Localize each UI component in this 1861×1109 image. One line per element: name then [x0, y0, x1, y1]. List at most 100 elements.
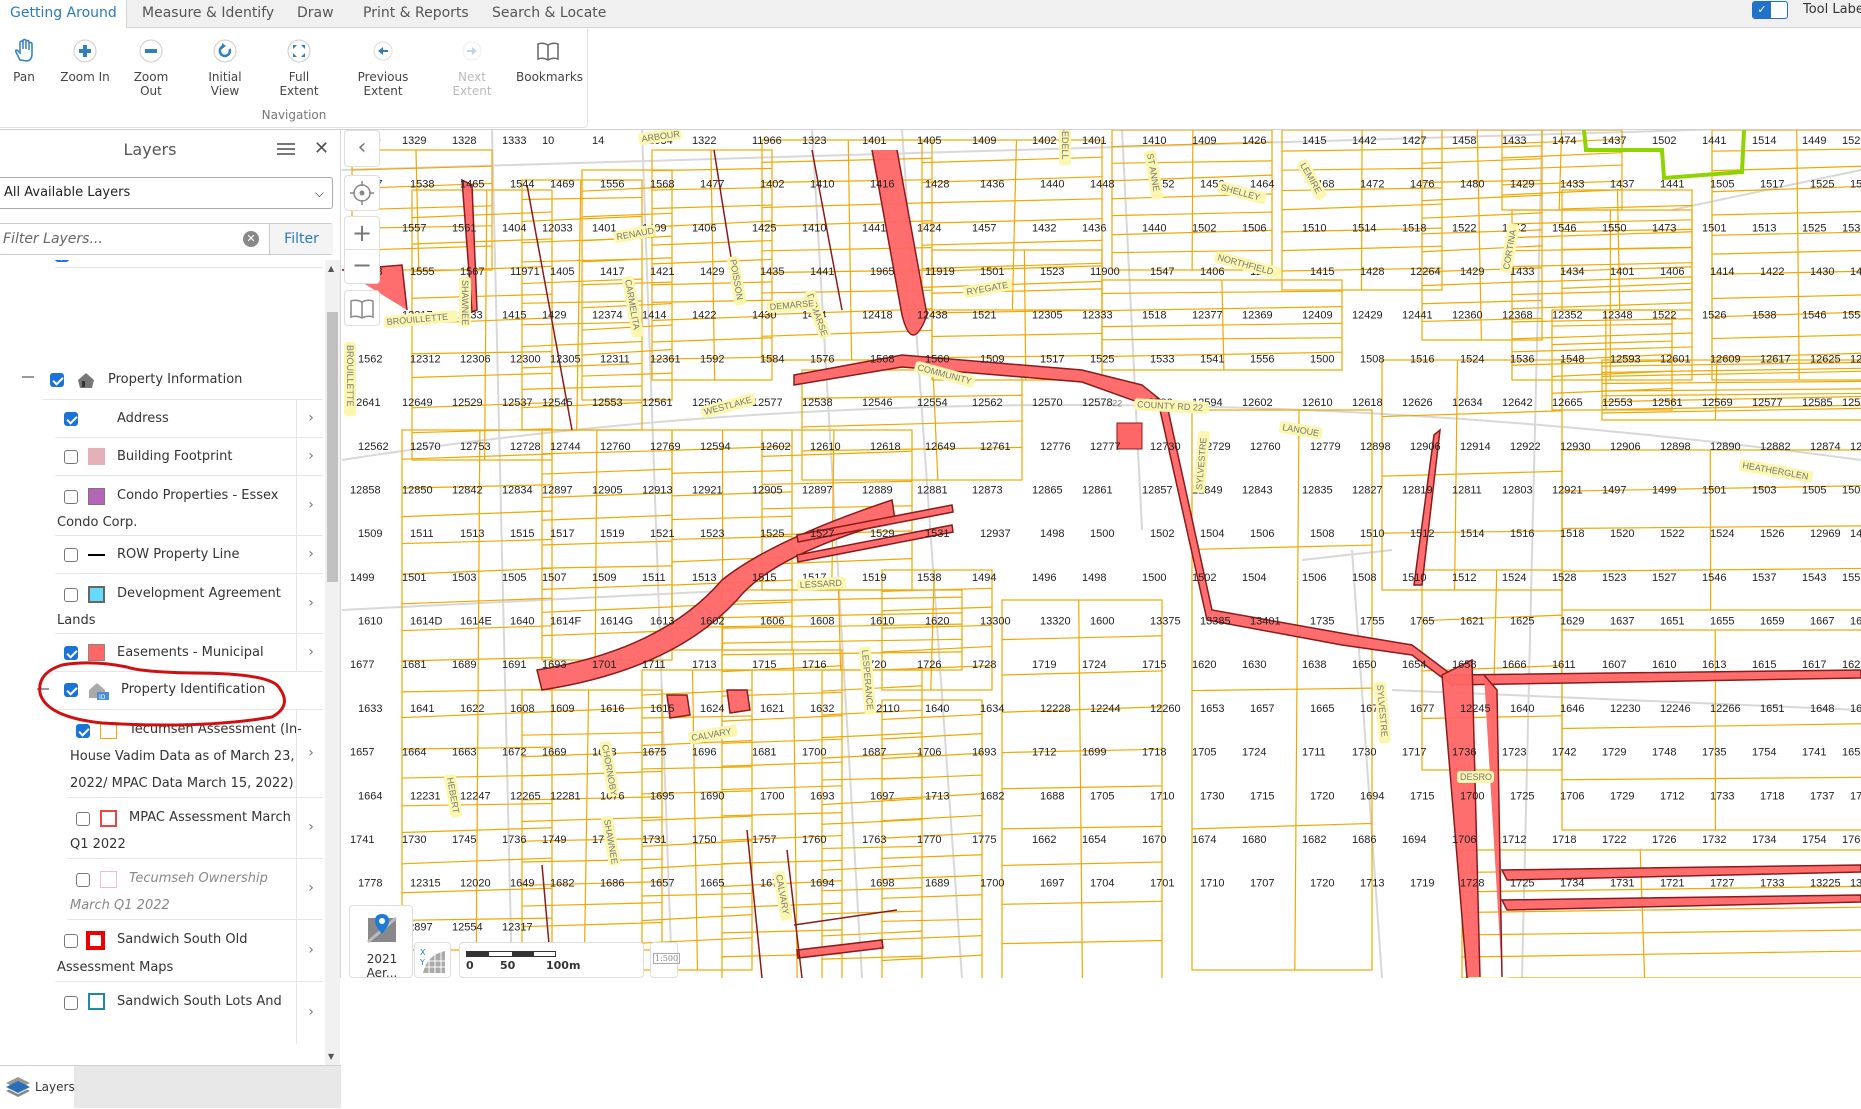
layer-row-sandwich-south-lots[interactable]: Sandwich South Lots And ›	[55, 982, 323, 1044]
bookmarks-button[interactable]: Bookmarks	[516, 38, 580, 84]
layers-tab[interactable]: Layers	[0, 1066, 74, 1109]
layer-details-button[interactable]: ›	[296, 859, 324, 919]
locate-button[interactable]	[344, 175, 380, 211]
layer-set-select[interactable]: All Available Layers⌵	[0, 177, 333, 209]
parcel-number: 12779	[1310, 441, 1341, 453]
zoom-out-button[interactable]: Zoom Out	[122, 38, 180, 98]
close-icon[interactable]: ✕	[314, 138, 329, 159]
parcel-number: 1742	[1552, 747, 1576, 759]
layer-row-tecumseh-assessment[interactable]: Tecumseh Assessment (In- House Vadim Dat…	[67, 710, 323, 798]
layer-checkbox[interactable]	[64, 490, 78, 504]
scroll-down-icon[interactable]: ▼	[328, 1052, 334, 1061]
layer-row-condo-properties[interactable]: Condo Properties - Essex Condo Corp. ›	[55, 476, 323, 536]
parcel-number: 12843	[1242, 484, 1273, 496]
filter-button[interactable]: Filter	[269, 224, 333, 254]
layer-details-button[interactable]: ›	[296, 798, 324, 858]
map-canvas[interactable]: 1205013291328133310141203413221196613231…	[342, 130, 1861, 978]
parcel-line	[882, 714, 982, 719]
zoom-in-button[interactable]: Zoom In	[60, 38, 110, 84]
parcel-number: 1533	[1150, 353, 1174, 365]
layer-row-easements-municipal[interactable]: Easements - Municipal ›	[55, 634, 323, 672]
layer-details-button[interactable]: ›	[296, 982, 324, 1044]
tab-getting-around[interactable]: Getting Around	[0, 0, 127, 29]
fill-swatch-icon	[88, 488, 105, 505]
parcel-number: 1524	[1502, 572, 1526, 584]
parcel-line	[1552, 341, 1672, 345]
layer-details-button[interactable]: ›	[296, 400, 324, 437]
tab-draw[interactable]: Draw	[287, 0, 344, 28]
parcel-number: 1513	[692, 572, 716, 584]
layer-checkbox[interactable]	[64, 646, 78, 660]
layer-checkbox[interactable]	[76, 724, 90, 738]
layer-group-property-identification[interactable]: ID Property Identification	[55, 672, 323, 710]
layer-checkbox[interactable]	[64, 588, 78, 602]
layer-row-tecumseh-ownership[interactable]: Tecumseh Ownership March Q1 2022 ›	[67, 859, 323, 920]
layer-details-button[interactable]: ›	[296, 476, 324, 535]
layer-row-sandwich-south-old[interactable]: Sandwich South Old Assessment Maps ›	[55, 920, 323, 982]
layer-checkbox[interactable]	[64, 996, 78, 1010]
next-extent-button[interactable]: Next Extent	[438, 38, 506, 98]
parcel-number: 12914	[1460, 441, 1491, 453]
basemap-toggle[interactable]: 2021 Aer...	[349, 905, 413, 978]
initial-view-button[interactable]: Initial View	[194, 38, 256, 98]
layer-details-button[interactable]: ›	[296, 438, 324, 475]
collapse-icon[interactable]	[37, 688, 49, 690]
parcel-number: 12300	[510, 353, 541, 365]
tool-labels-toggle[interactable]: ✓	[1752, 1, 1788, 19]
scroll-up-icon[interactable]: ▲	[328, 264, 334, 273]
layer-group-property-information[interactable]: Property Information	[42, 360, 323, 400]
parcel-number: 1610	[358, 616, 382, 628]
parcel-number: 1712	[1032, 747, 1056, 759]
layer-checkbox[interactable]	[64, 450, 78, 464]
previous-extent-button[interactable]: Previous Extent	[340, 38, 426, 98]
layer-checkbox[interactable]	[64, 412, 78, 426]
layer-row-address[interactable]: Address ›	[55, 400, 323, 438]
layer-row-row-property-line[interactable]: ROW Property Line ›	[55, 536, 323, 574]
layer-checkbox[interactable]	[64, 683, 78, 697]
layer-details-button[interactable]: ›	[296, 710, 324, 797]
coordinate-tool-button[interactable]: XY	[414, 942, 451, 978]
collapse-icon[interactable]	[22, 376, 34, 378]
layer-checkbox[interactable]	[50, 373, 64, 387]
collapse-panel-button[interactable]: ‹	[344, 130, 380, 167]
layer-checkbox[interactable]	[64, 548, 78, 562]
layer-details-button[interactable]: ›	[296, 920, 324, 981]
map-zoom-out-button[interactable]: −	[345, 250, 379, 283]
parcel-number: 1424	[917, 222, 941, 234]
layer-checkbox[interactable]	[55, 260, 69, 262]
map-zoom-in-button[interactable]: +	[345, 217, 379, 250]
layer-row-mpac-assessment[interactable]: MPAC Assessment March Q1 2022 ›	[67, 798, 323, 859]
full-extent-label: Full Extent	[279, 70, 318, 98]
parcel-number: 1508	[1310, 528, 1334, 540]
road	[1122, 130, 1142, 530]
parcel-line	[1455, 360, 1458, 590]
filter-layers-input[interactable]	[3, 224, 233, 254]
map-view[interactable]: 1205013291328133310141203413221196613231…	[342, 130, 1861, 978]
layer-row-building-footprint[interactable]: Building Footprint ›	[55, 438, 323, 476]
tab-measure-identify[interactable]: Measure & Identify	[132, 0, 284, 28]
parcel-line	[1552, 324, 1672, 326]
full-extent-button[interactable]: Full Extent	[270, 38, 328, 98]
scrollbar-thumb[interactable]	[327, 312, 338, 582]
layer-checkbox[interactable]	[76, 873, 90, 887]
layer-list-scrollbar[interactable]: ▲ ▼	[325, 260, 340, 1065]
tab-search-locate[interactable]: Search & Locate	[482, 0, 616, 28]
scale-ratio-button[interactable]: 1:500	[650, 942, 678, 978]
easement-polygon	[1117, 423, 1142, 449]
parcel-layer	[352, 130, 1861, 978]
parcel-number: 1723	[1502, 747, 1526, 759]
layer-row-development-agreement[interactable]: Development Agreement Lands ›	[55, 574, 323, 634]
parcel-number: 1658	[1452, 659, 1476, 671]
layer-checkbox[interactable]	[64, 934, 78, 948]
layer-details-button[interactable]: ›	[296, 574, 324, 633]
layer-details-button[interactable]: ›	[296, 536, 324, 573]
map-bookmarks-button[interactable]	[344, 290, 380, 326]
layer-details-button[interactable]: ›	[296, 634, 324, 671]
parcel-number: 12409	[1302, 310, 1333, 322]
pan-button[interactable]: Pan	[8, 38, 40, 84]
clear-icon[interactable]: ✕	[243, 231, 259, 247]
layer-checkbox[interactable]	[76, 812, 90, 826]
tab-print-reports[interactable]: Print & Reports	[353, 0, 479, 28]
parcel-number: 1613	[1702, 659, 1726, 671]
menu-icon[interactable]	[277, 143, 295, 157]
